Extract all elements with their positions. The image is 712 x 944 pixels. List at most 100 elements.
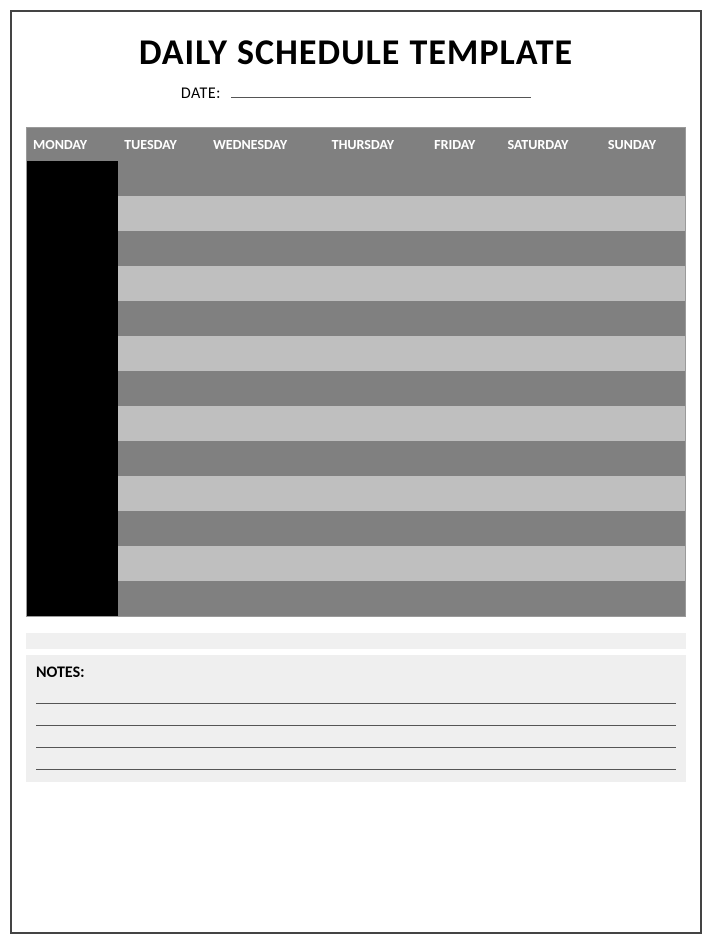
schedule-cell[interactable] [501, 336, 601, 371]
schedule-cell[interactable] [207, 546, 326, 581]
schedule-cell[interactable] [602, 476, 686, 511]
schedule-cell[interactable] [602, 196, 686, 231]
schedule-cell[interactable] [118, 406, 207, 441]
schedule-cell[interactable] [326, 511, 429, 546]
schedule-cell[interactable] [501, 406, 601, 441]
schedule-cell[interactable] [207, 301, 326, 336]
schedule-cell[interactable] [326, 476, 429, 511]
schedule-cell[interactable] [428, 546, 501, 581]
schedule-cell[interactable] [326, 301, 429, 336]
schedule-cell[interactable] [501, 266, 601, 301]
notes-line[interactable] [36, 682, 676, 704]
schedule-cell[interactable] [27, 441, 119, 476]
table-row [27, 161, 686, 196]
schedule-cell[interactable] [207, 196, 326, 231]
schedule-cell[interactable] [118, 581, 207, 616]
schedule-cell[interactable] [207, 441, 326, 476]
schedule-cell[interactable] [27, 511, 119, 546]
schedule-cell[interactable] [428, 301, 501, 336]
schedule-cell[interactable] [118, 476, 207, 511]
schedule-cell[interactable] [428, 371, 501, 406]
schedule-cell[interactable] [207, 476, 326, 511]
schedule-cell[interactable] [326, 581, 429, 616]
notes-line[interactable] [36, 704, 676, 726]
schedule-cell[interactable] [118, 301, 207, 336]
schedule-cell[interactable] [602, 371, 686, 406]
date-field[interactable]: DATE: [26, 84, 686, 103]
schedule-cell[interactable] [118, 266, 207, 301]
schedule-cell[interactable] [501, 441, 601, 476]
schedule-cell[interactable] [428, 441, 501, 476]
schedule-cell[interactable] [501, 196, 601, 231]
schedule-cell[interactable] [27, 406, 119, 441]
schedule-cell[interactable] [118, 231, 207, 266]
table-row [27, 511, 686, 546]
table-row [27, 301, 686, 336]
schedule-cell[interactable] [501, 511, 601, 546]
schedule-cell[interactable] [27, 546, 119, 581]
schedule-cell[interactable] [602, 406, 686, 441]
schedule-cell[interactable] [602, 441, 686, 476]
schedule-cell[interactable] [428, 406, 501, 441]
schedule-cell[interactable] [326, 266, 429, 301]
schedule-cell[interactable] [326, 196, 429, 231]
schedule-cell[interactable] [27, 371, 119, 406]
schedule-cell[interactable] [326, 371, 429, 406]
schedule-cell[interactable] [27, 476, 119, 511]
schedule-cell[interactable] [118, 441, 207, 476]
schedule-cell[interactable] [27, 301, 119, 336]
schedule-cell[interactable] [207, 336, 326, 371]
schedule-cell[interactable] [602, 301, 686, 336]
schedule-cell[interactable] [602, 161, 686, 196]
schedule-cell[interactable] [118, 546, 207, 581]
schedule-cell[interactable] [501, 371, 601, 406]
schedule-cell[interactable] [207, 266, 326, 301]
schedule-cell[interactable] [326, 161, 429, 196]
schedule-cell[interactable] [602, 336, 686, 371]
schedule-cell[interactable] [118, 371, 207, 406]
schedule-cell[interactable] [118, 511, 207, 546]
schedule-cell[interactable] [207, 161, 326, 196]
schedule-cell[interactable] [326, 546, 429, 581]
schedule-cell[interactable] [27, 231, 119, 266]
schedule-cell[interactable] [501, 581, 601, 616]
schedule-cell[interactable] [27, 581, 119, 616]
notes-line[interactable] [36, 748, 676, 770]
schedule-cell[interactable] [428, 581, 501, 616]
schedule-cell[interactable] [326, 406, 429, 441]
schedule-cell[interactable] [428, 266, 501, 301]
schedule-cell[interactable] [27, 266, 119, 301]
schedule-cell[interactable] [27, 161, 119, 196]
schedule-cell[interactable] [207, 511, 326, 546]
schedule-cell[interactable] [428, 196, 501, 231]
date-blank-line[interactable] [231, 97, 531, 98]
schedule-cell[interactable] [428, 231, 501, 266]
schedule-cell[interactable] [207, 231, 326, 266]
schedule-cell[interactable] [207, 581, 326, 616]
schedule-cell[interactable] [602, 546, 686, 581]
schedule-cell[interactable] [326, 336, 429, 371]
schedule-cell[interactable] [27, 336, 119, 371]
schedule-cell[interactable] [207, 406, 326, 441]
schedule-cell[interactable] [501, 476, 601, 511]
schedule-cell[interactable] [207, 371, 326, 406]
schedule-cell[interactable] [602, 511, 686, 546]
schedule-cell[interactable] [428, 161, 501, 196]
schedule-cell[interactable] [428, 476, 501, 511]
schedule-cell[interactable] [118, 196, 207, 231]
schedule-cell[interactable] [501, 231, 601, 266]
schedule-cell[interactable] [326, 231, 429, 266]
schedule-cell[interactable] [501, 301, 601, 336]
schedule-cell[interactable] [27, 196, 119, 231]
schedule-cell[interactable] [501, 546, 601, 581]
schedule-cell[interactable] [428, 511, 501, 546]
notes-line[interactable] [36, 726, 676, 748]
schedule-cell[interactable] [602, 231, 686, 266]
schedule-cell[interactable] [326, 441, 429, 476]
schedule-cell[interactable] [428, 336, 501, 371]
schedule-cell[interactable] [118, 161, 207, 196]
schedule-cell[interactable] [602, 266, 686, 301]
schedule-cell[interactable] [501, 161, 601, 196]
schedule-cell[interactable] [118, 336, 207, 371]
schedule-cell[interactable] [602, 581, 686, 616]
